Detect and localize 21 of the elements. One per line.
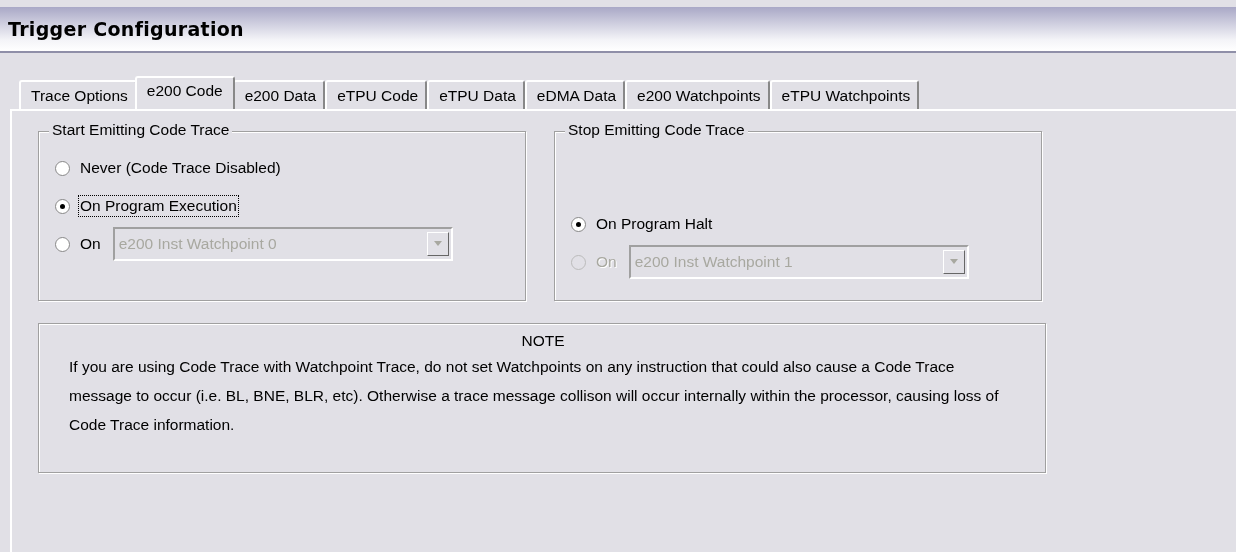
radio-button[interactable] <box>55 236 70 252</box>
radio-label[interactable]: On Program Execution <box>78 195 239 217</box>
tab[interactable]: e200 Data <box>232 80 326 109</box>
tab[interactable]: Trace Options <box>19 80 137 109</box>
window-title: Trigger Configuration <box>8 18 244 40</box>
radio-button[interactable] <box>55 198 70 214</box>
tab[interactable]: e200 Code <box>134 76 235 109</box>
tab[interactable]: eDMA Data <box>524 80 626 109</box>
note-text: If you are using Code Trace with Watchpoint Trace, do not set Watchpoints on any instruction that could also cause a Code Trace message to occur (i.e. BL, BNE, BLR, etc). Otherwise a trace message collison will occur internally within the processor, causing loss of Code Trace information. <box>69 357 1000 435</box>
radio-label[interactable]: On Program Halt <box>594 213 715 235</box>
radio-label[interactable]: Never (Code Trace Disabled) <box>78 157 283 179</box>
tab[interactable]: eTPU Watchpoints <box>769 80 920 109</box>
tab[interactable]: eTPU Data <box>427 80 525 109</box>
note-heading: NOTE <box>521 332 565 350</box>
group-title: Stop Emitting Code Trace <box>565 121 748 139</box>
radio-button[interactable] <box>571 216 586 232</box>
tab[interactable]: e200 Watchpoints <box>625 80 770 109</box>
radio-button[interactable] <box>55 160 70 176</box>
group-title: Start Emitting Code Trace <box>49 121 233 139</box>
tab[interactable]: eTPU Code <box>325 80 428 109</box>
radio-label[interactable]: On <box>78 233 103 255</box>
